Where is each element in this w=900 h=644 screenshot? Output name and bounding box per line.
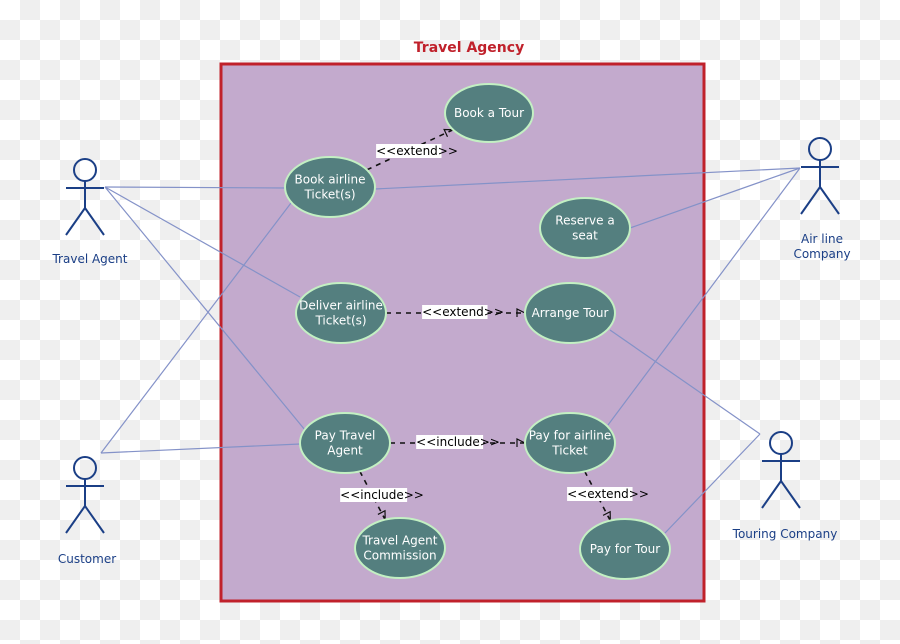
use-case-pay-for-tour[interactable]: Pay for Tour [579,518,671,580]
use-case-label: Pay Travel [315,429,376,443]
use-case-label: Arrange Tour [532,306,609,320]
use-case-label: Reserve a [555,214,614,228]
use-case-pay-for-airline-ticket[interactable]: Pay for airlineTicket [524,412,616,474]
system-title: Travel Agency [414,40,524,56]
actor-head [73,158,97,182]
actor-head [769,431,793,455]
stick-figure-icon [800,137,840,215]
stereotype-label: <<include>> [416,435,500,449]
actor-left-leg [65,505,86,534]
stereotype-text: <<extend>> [567,487,649,501]
use-case-pay-travel-agent[interactable]: Pay TravelAgent [299,412,391,474]
use-case-label: Ticket(s) [303,188,355,202]
use-case-label: Agent [327,444,363,458]
use-case-label: Book a Tour [454,106,524,120]
stereotype-text: <<include>> [416,435,500,449]
use-case-diagram: Travel Agency Book a TourBook airlineTic… [51,40,851,603]
stick-figure-icon [65,158,105,236]
stereotype-label: <<include>> [340,488,424,502]
actor-right-leg [780,480,801,509]
use-case-label: Travel Agent [361,534,437,548]
use-case-label: Book airline [295,173,366,187]
use-case-book-a-tour[interactable]: Book a Tour [444,83,534,143]
use-case-label: Pay for airline [529,429,612,443]
actor-label: Customer [58,552,116,566]
stick-figure-icon [761,431,801,509]
use-case-label: seat [572,229,598,243]
use-case-label: Ticket [551,444,588,458]
actor-right-leg [819,186,840,215]
actor-left-leg [761,480,782,509]
use-case-book-airline-tickets[interactable]: Book airlineTicket(s) [284,156,376,218]
stereotype-label: <<extend>> [567,487,649,501]
use-case-label: Commission [363,549,436,563]
stereotype-text: <<include>> [340,488,424,502]
use-case-label: Pay for Tour [590,542,661,556]
actor-label: Company [793,247,850,261]
use-case-deliver-airline-tickets[interactable]: Deliver airlineTicket(s) [295,282,387,344]
actor-label: Air line [801,232,843,246]
stereotype-label: <<extend>> [376,144,458,158]
actor-customer[interactable]: Customer [58,456,116,566]
use-case-arrange-tour[interactable]: Arrange Tour [524,282,616,344]
actor-head [808,137,832,161]
actor-right-leg [84,505,105,534]
actor-touring-company[interactable]: Touring Company [732,431,838,541]
use-case-label: Deliver airline [299,299,383,313]
stereotype-text: <<extend>> [422,305,504,319]
use-case-travel-agent-commission[interactable]: Travel AgentCommission [354,517,446,579]
actor-label: Travel Agent [51,252,127,266]
stereotype-text: <<extend>> [376,144,458,158]
actor-head [73,456,97,480]
actor-travel-agent[interactable]: Travel Agent [51,158,128,266]
use-case-label: Ticket(s) [314,314,366,328]
use-case-reserve-a-seat[interactable]: Reserve aseat [539,197,631,259]
actor-left-leg [800,186,821,215]
actor-left-leg [65,207,86,236]
actor-airline-company[interactable]: Air lineCompany [793,137,851,261]
actor-label: Touring Company [732,527,838,541]
stereotype-label: <<extend>> [422,305,504,319]
actor-right-leg [84,207,105,236]
stick-figure-icon [65,456,105,534]
